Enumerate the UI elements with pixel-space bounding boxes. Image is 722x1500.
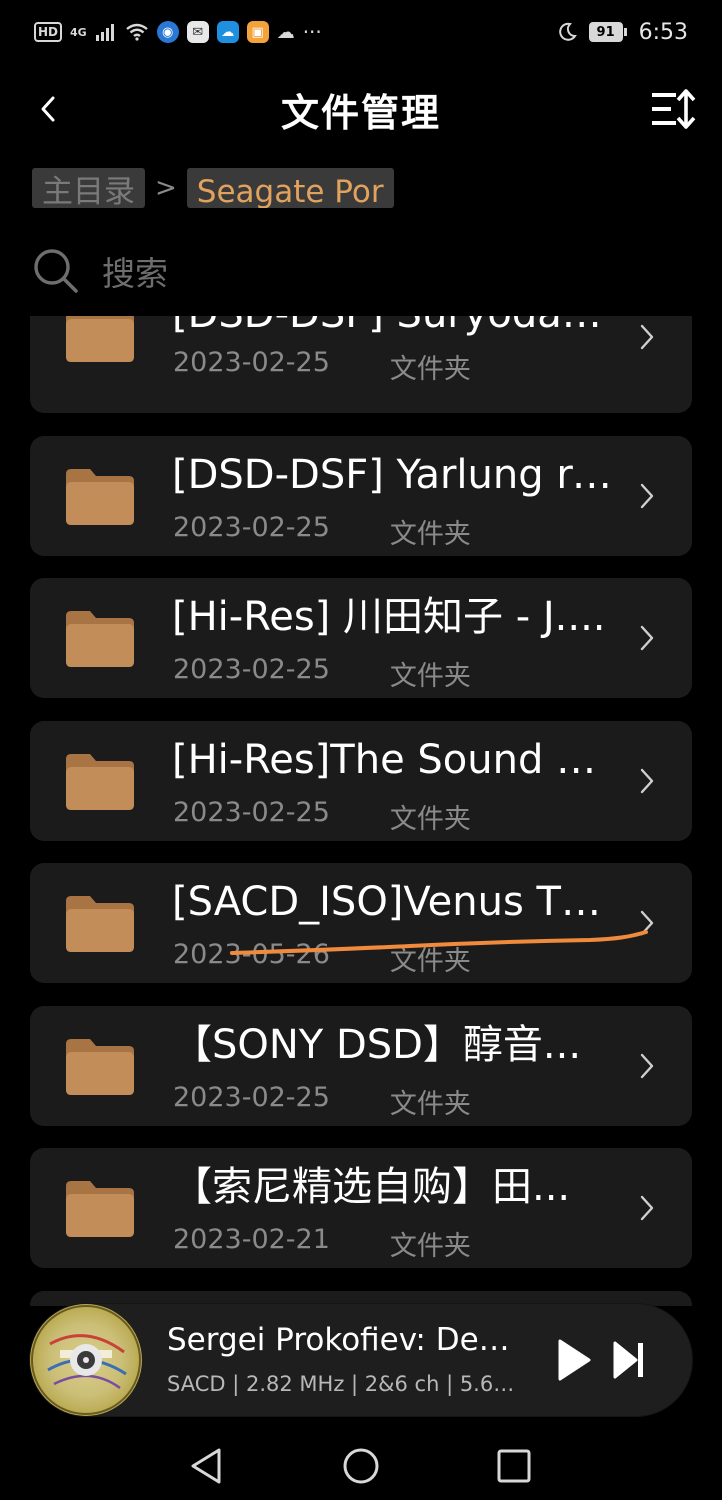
breadcrumb-current[interactable]: Seagate Por: [186, 168, 394, 208]
clock: 6:53: [638, 19, 688, 45]
file-list: [DSD-DSF] Suryodaya... 2023-02-25 文件夹 [D…: [30, 316, 692, 1306]
file-list-item[interactable]: [Hi-Res]The Sound of... 2023-02-25 文件夹: [30, 721, 692, 841]
chevron-right-icon: [640, 768, 654, 794]
album-art[interactable]: [30, 1304, 142, 1416]
file-meta: 2023-02-25 文件夹: [173, 1082, 471, 1121]
more-icon: ···: [302, 20, 322, 44]
file-date: 2023-02-25: [173, 512, 330, 543]
file-type: 文件夹: [389, 354, 471, 385]
search-placeholder: 搜索: [102, 254, 168, 293]
next-track-button[interactable]: [612, 1340, 646, 1380]
network-type: 4G: [70, 25, 87, 39]
sort-icon: [652, 89, 696, 129]
file-list-item[interactable]: [Hi-Res] 川田知子 - J.... 2023-02-25 文件夹: [30, 578, 692, 698]
nav-back-icon[interactable]: [187, 1446, 227, 1486]
nav-recents-icon[interactable]: [494, 1446, 534, 1486]
battery-icon: 91: [588, 22, 627, 42]
search-field[interactable]: 搜索: [32, 240, 692, 302]
file-meta: 2023-02-25 文件夹: [173, 512, 471, 551]
folder-icon: [66, 1181, 134, 1237]
file-meta: 2023-02-25 文件夹: [173, 797, 471, 836]
play-button[interactable]: [556, 1338, 592, 1382]
file-date: 2023-02-25: [173, 797, 330, 828]
folder-icon: [66, 1039, 134, 1095]
file-type: 文件夹: [389, 661, 471, 692]
breadcrumb: 主目录 > Seagate Por: [32, 168, 394, 208]
file-name: [Hi-Res]The Sound of...: [172, 737, 618, 783]
file-type: 文件夹: [389, 804, 471, 835]
file-meta: 2023-02-25 文件夹: [173, 654, 471, 693]
cloud-app-icon: ☁: [216, 21, 239, 43]
file-type: 文件夹: [389, 1089, 471, 1120]
folder-icon: [66, 896, 134, 952]
file-list-item[interactable]: [DSD-DSF] Suryodaya... 2023-02-25 文件夹: [30, 316, 692, 413]
file-list-item[interactable]: 【SONY DSD】醇音... 2023-02-25 文件夹: [30, 1006, 692, 1126]
file-name: [SACD_ISO]Venus Th...: [172, 879, 618, 925]
handwritten-underline: [230, 930, 648, 955]
file-list-item[interactable]: [SACD_ISO]Venus Th... 2023-05-26 文件夹: [30, 863, 692, 983]
search-icon: [34, 249, 78, 293]
folder-icon: [66, 754, 134, 810]
track-title: Sergei Prokofiev: Deat...: [167, 1322, 527, 1358]
signal-icon: [95, 24, 114, 41]
sort-button[interactable]: [650, 86, 696, 132]
folder-icon: [66, 316, 134, 362]
system-nav-bar: [0, 1430, 722, 1500]
cloud-icon: ☁: [276, 21, 295, 43]
file-date: 2023-02-21: [173, 1224, 330, 1255]
status-bar: HD 4G ◉ ✉ ☁ ▣ ☁ ··· 91 6:53: [0, 0, 722, 64]
file-list-item[interactable]: 【索尼精选自购】田... 2023-02-21 文件夹: [30, 1148, 692, 1268]
album-cover-image: [31, 1305, 141, 1415]
status-left: HD 4G ◉ ✉ ☁ ▣ ☁ ···: [34, 20, 322, 44]
file-manager-screen: HD 4G ◉ ✉ ☁ ▣ ☁ ··· 91 6:53 文件管理 主目录 > S…: [0, 0, 722, 1500]
chevron-right-icon: [640, 324, 654, 350]
breadcrumb-separator: >: [155, 173, 177, 203]
page-title: 文件管理: [280, 90, 441, 135]
file-list-item[interactable]: [DSD-DSF] Yarlung re... 2023-02-25 文件夹: [30, 436, 692, 556]
mail-app-icon: ✉: [186, 21, 209, 43]
file-date: 2023-02-25: [173, 1082, 330, 1113]
file-type: 文件夹: [389, 519, 471, 550]
browser-app-icon: ◉: [156, 21, 179, 43]
folder-icon: [66, 469, 134, 525]
wifi-icon: [125, 23, 148, 41]
battery-tip: [623, 28, 627, 36]
file-name: 【SONY DSD】醇音...: [172, 1022, 582, 1068]
file-date: 2023-02-25: [173, 347, 330, 378]
nav-home-icon[interactable]: [341, 1446, 381, 1486]
chevron-right-icon: [640, 1195, 654, 1221]
file-meta: 2023-02-21 文件夹: [173, 1224, 471, 1263]
back-arrow-icon: [41, 96, 55, 122]
file-type: 文件夹: [389, 1231, 471, 1262]
status-right: 91 6:53: [557, 20, 688, 45]
file-date: 2023-02-25: [173, 654, 330, 685]
file-meta: 2023-02-25 文件夹: [173, 347, 471, 386]
back-button[interactable]: [30, 86, 66, 132]
file-name: [DSD-DSF] Yarlung re...: [172, 452, 618, 498]
battery-level: 91: [588, 22, 623, 42]
file-name: [Hi-Res] 川田知子 - J....: [172, 594, 606, 640]
title-bar: 文件管理: [0, 74, 722, 144]
chevron-right-icon: [640, 483, 654, 509]
breadcrumb-home[interactable]: 主目录: [32, 168, 145, 208]
mini-player[interactable]: Sergei Prokofiev: Deat... SACD | 2.82 MH…: [30, 1304, 692, 1416]
folder-icon: [66, 611, 134, 667]
file-name: 【索尼精选自购】田...: [172, 1164, 571, 1210]
chevron-right-icon: [640, 1053, 654, 1079]
chevron-right-icon: [640, 625, 654, 651]
file-name: [DSD-DSF] Suryodaya...: [172, 316, 618, 339]
moon-icon: [558, 22, 577, 41]
orange-app-icon: ▣: [246, 21, 269, 43]
track-info: SACD | 2.82 MHz | 2&6 ch | 5.64 ...: [167, 1372, 527, 1396]
hd-indicator: HD: [34, 22, 63, 42]
